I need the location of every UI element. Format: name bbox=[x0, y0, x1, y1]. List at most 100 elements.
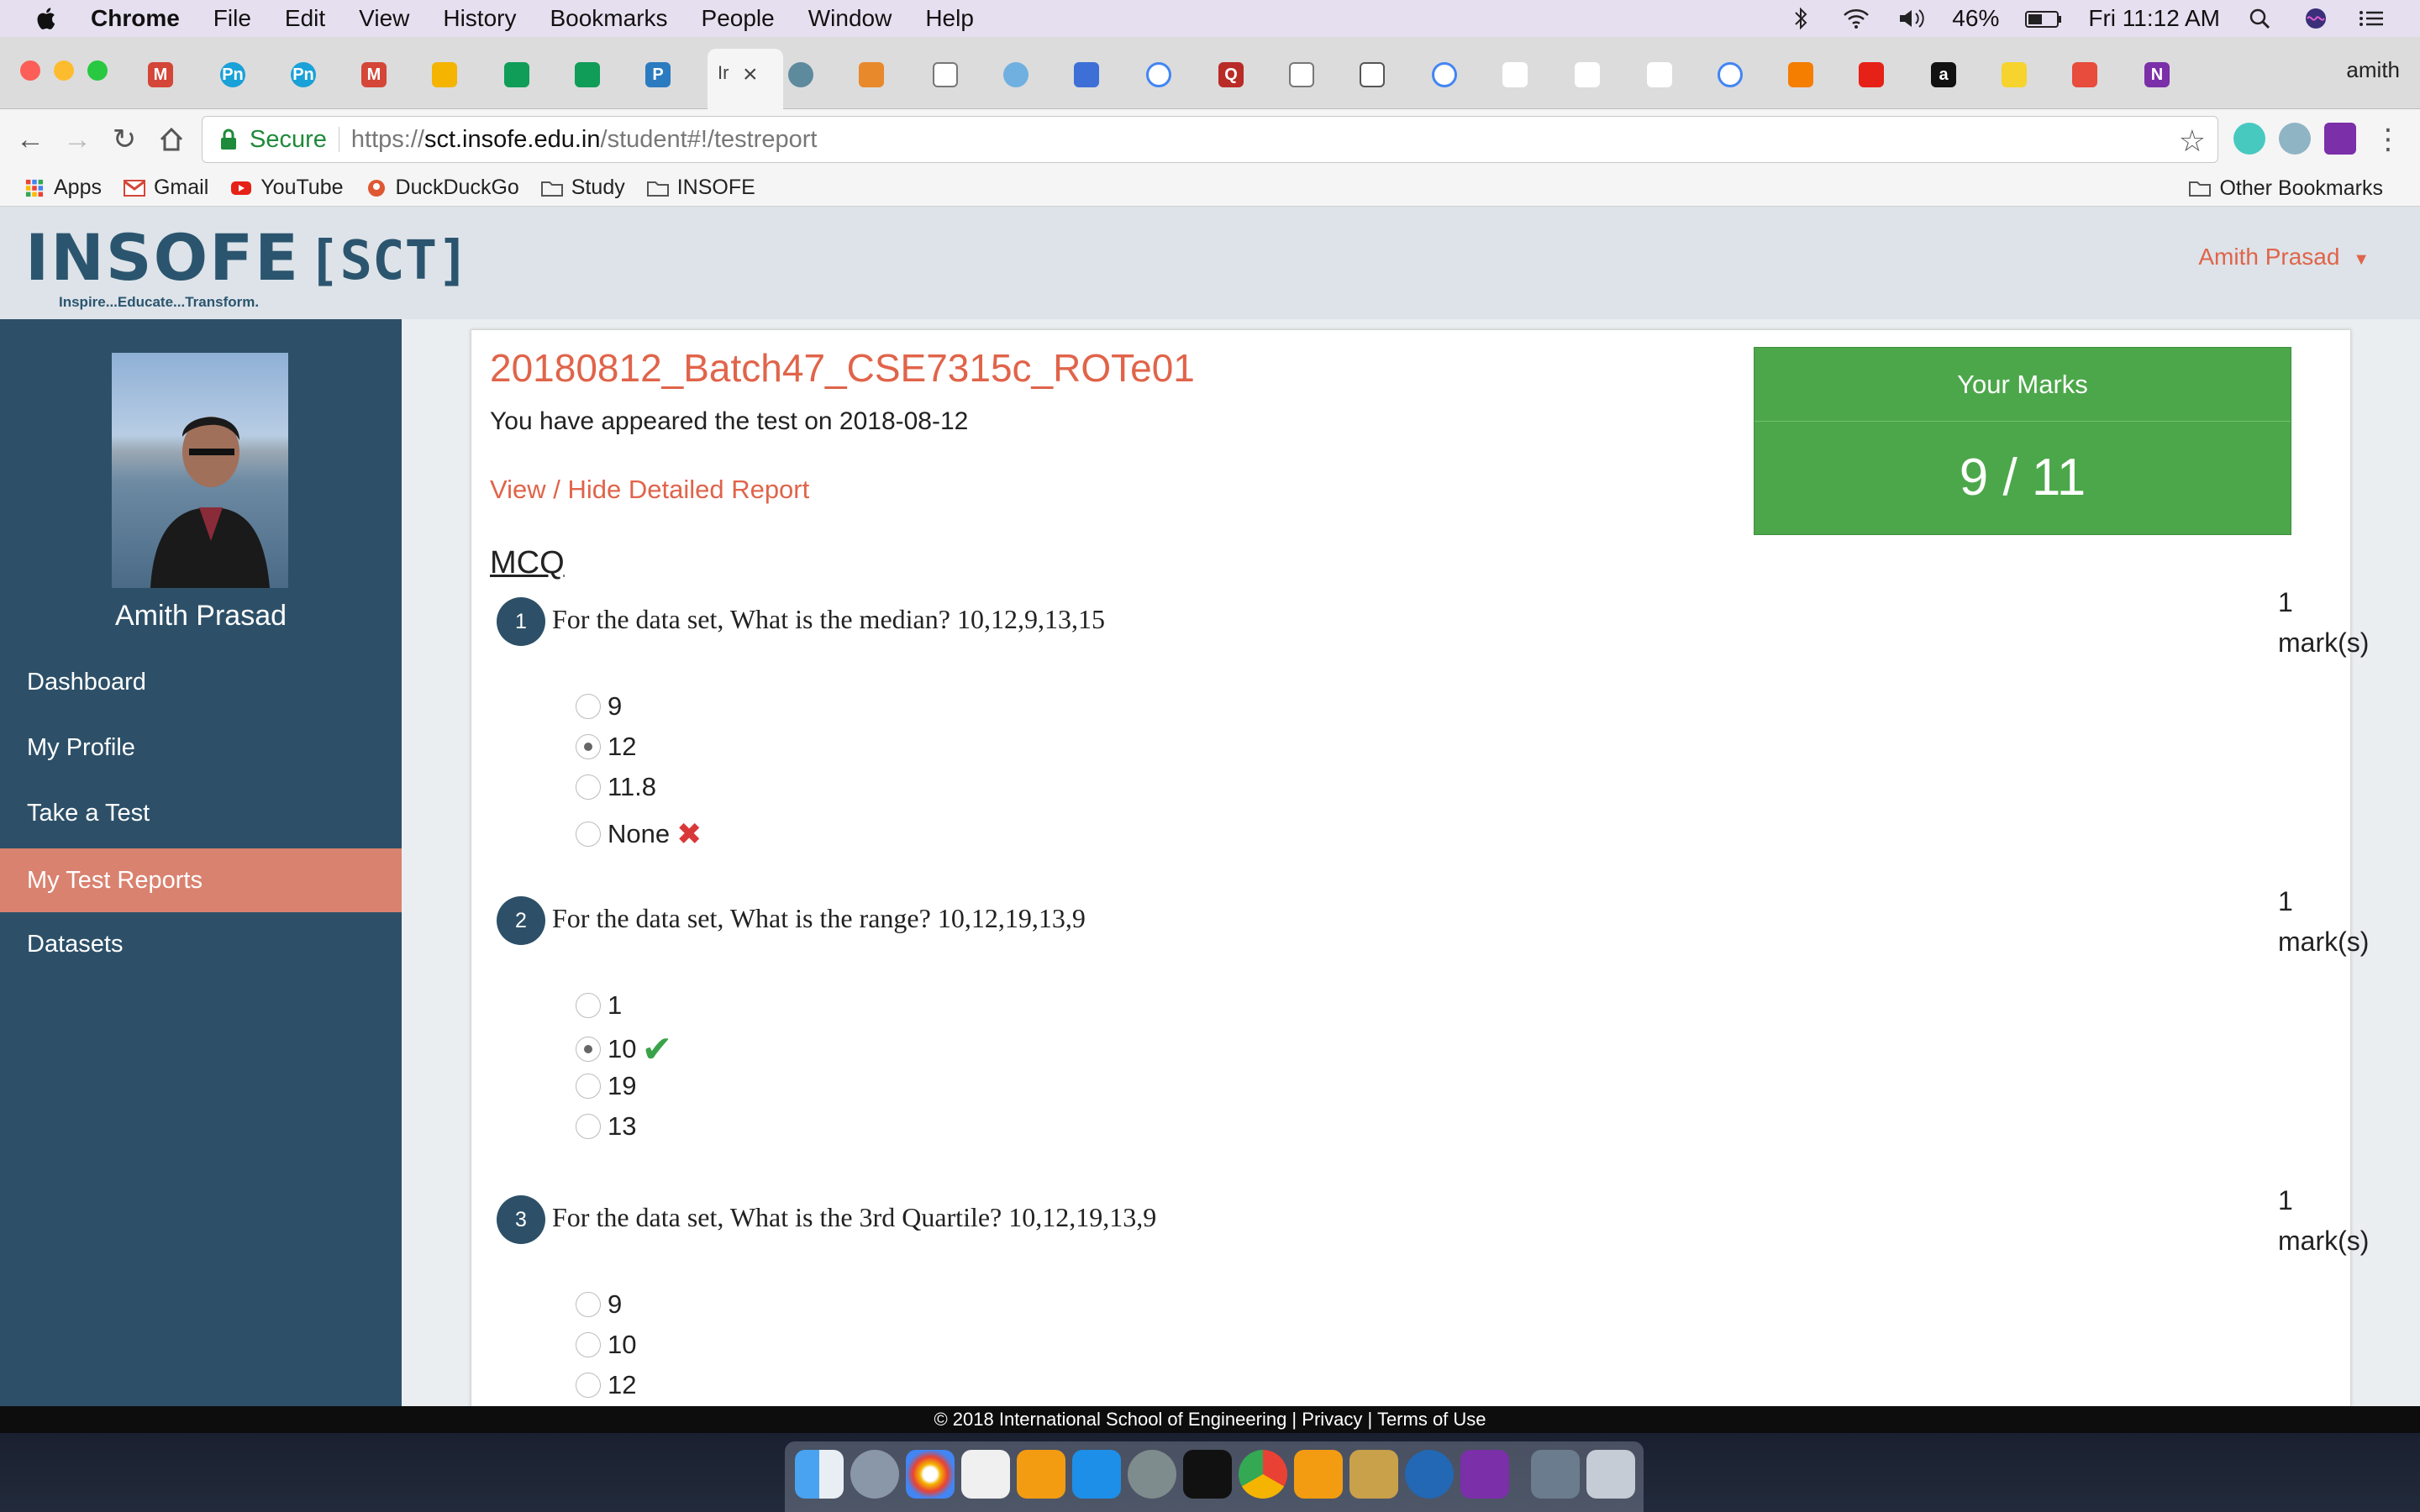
app-store-icon[interactable] bbox=[1072, 1450, 1121, 1499]
radio-button[interactable] bbox=[576, 1114, 601, 1139]
tab-document-icon[interactable] bbox=[1289, 62, 1314, 87]
tab-pn-icon[interactable]: Pn bbox=[291, 62, 316, 87]
tab-pen-icon[interactable] bbox=[1647, 62, 1672, 87]
tab-pen-icon[interactable] bbox=[1575, 62, 1600, 87]
launchpad-icon[interactable] bbox=[850, 1450, 899, 1499]
radio-button-checked[interactable] bbox=[576, 734, 601, 759]
back-arrow-icon[interactable]: ← bbox=[13, 123, 47, 156]
radio-button[interactable] bbox=[576, 1373, 601, 1398]
terminal-icon[interactable] bbox=[1183, 1450, 1232, 1499]
answer-option[interactable]: None ✖ bbox=[576, 816, 702, 851]
chrome-menu-icon[interactable]: ⋮ bbox=[2371, 123, 2405, 156]
tab-blogger-icon[interactable] bbox=[1788, 62, 1813, 87]
bookmark-duckduckgo[interactable]: DuckDuckGo bbox=[366, 176, 519, 200]
menu-bookmarks[interactable]: Bookmarks bbox=[550, 5, 667, 32]
tab-document-icon[interactable] bbox=[933, 62, 958, 87]
menu-edit[interactable]: Edit bbox=[285, 5, 325, 32]
answer-option-selected[interactable]: 12 bbox=[576, 730, 636, 764]
radio-button[interactable] bbox=[576, 993, 601, 1018]
bookmark-star-icon[interactable]: ☆ bbox=[2179, 123, 2206, 159]
database-icon[interactable] bbox=[1349, 1450, 1398, 1499]
reload-icon[interactable]: ↻ bbox=[108, 123, 141, 156]
chrome-profile-name[interactable]: amith bbox=[2346, 57, 2400, 83]
sidebar-item-take-a-test[interactable]: Take a Test bbox=[0, 781, 402, 845]
system-preferences-icon[interactable] bbox=[1128, 1450, 1176, 1499]
menubar-clock[interactable]: Fri 11:12 AM bbox=[2088, 5, 2220, 32]
tab-close-icon[interactable]: × bbox=[743, 60, 758, 89]
close-window-button[interactable] bbox=[20, 60, 40, 81]
menu-app-name[interactable]: Chrome bbox=[91, 5, 180, 32]
address-bar[interactable]: Secure https:// sct.insofe.edu.in /stude… bbox=[202, 116, 2218, 163]
radio-button[interactable] bbox=[576, 1332, 601, 1357]
itunes-icon[interactable] bbox=[961, 1450, 1010, 1499]
trash-icon[interactable] bbox=[1586, 1450, 1635, 1499]
menu-history[interactable]: History bbox=[443, 5, 516, 32]
footer-privacy-link[interactable]: Privacy | bbox=[1302, 1409, 1372, 1430]
toggle-detailed-report-link[interactable]: View / Hide Detailed Report bbox=[490, 475, 809, 505]
onenote-icon[interactable] bbox=[1460, 1450, 1509, 1499]
radio-button[interactable] bbox=[576, 774, 601, 800]
tab-gmail-icon[interactable]: M bbox=[361, 62, 387, 87]
tab-insofe-icon[interactable] bbox=[788, 62, 813, 87]
menu-view[interactable]: View bbox=[359, 5, 409, 32]
answer-option[interactable]: 19 bbox=[576, 1069, 636, 1103]
apple-icon[interactable] bbox=[34, 5, 60, 32]
bookmark-apps[interactable]: Apps bbox=[24, 176, 102, 200]
notification-center-icon[interactable] bbox=[2356, 7, 2386, 30]
zoom-window-button[interactable] bbox=[87, 60, 108, 81]
volume-icon[interactable] bbox=[1897, 7, 1927, 30]
home-icon[interactable] bbox=[155, 123, 188, 156]
sidebar-item-my-profile[interactable]: My Profile bbox=[0, 716, 402, 780]
tab-google-icon[interactable] bbox=[1718, 62, 1743, 87]
tab-globe-icon[interactable] bbox=[1003, 62, 1028, 87]
active-tab[interactable]: Ir × bbox=[708, 49, 783, 109]
answer-option-selected[interactable]: 10 ✔ bbox=[576, 1029, 672, 1070]
menu-help[interactable]: Help bbox=[925, 5, 974, 32]
tab-chart-icon[interactable] bbox=[1360, 62, 1385, 87]
chrome-icon[interactable] bbox=[1239, 1450, 1287, 1499]
sidebar-item-my-test-reports[interactable]: My Test Reports bbox=[0, 848, 402, 912]
tab-slides-icon[interactable] bbox=[432, 62, 457, 87]
minimize-window-button[interactable] bbox=[54, 60, 74, 81]
wifi-icon[interactable] bbox=[1841, 7, 1871, 30]
bookmark-study-folder[interactable]: Study bbox=[540, 176, 625, 200]
sidebar-item-datasets[interactable]: Datasets bbox=[0, 912, 402, 976]
radio-button[interactable] bbox=[576, 822, 601, 847]
tab-p-icon[interactable]: P bbox=[645, 62, 671, 87]
tab-flipkart-icon[interactable] bbox=[2002, 62, 2027, 87]
bookmark-youtube[interactable]: YouTube bbox=[230, 176, 344, 200]
tab-gmail-icon[interactable]: M bbox=[148, 62, 173, 87]
finder-icon[interactable] bbox=[795, 1450, 844, 1499]
answer-option[interactable]: 1 bbox=[576, 989, 622, 1022]
bluetooth-icon[interactable] bbox=[1786, 7, 1816, 30]
tab-pen-icon[interactable] bbox=[1502, 62, 1528, 87]
tab-amazon-icon[interactable]: a bbox=[1931, 62, 1956, 87]
tab-shop-icon[interactable] bbox=[2072, 62, 2097, 87]
tab-asterisk-icon[interactable] bbox=[859, 62, 884, 87]
answer-option[interactable]: 9 bbox=[576, 690, 622, 723]
sidebar-item-dashboard[interactable]: Dashboard bbox=[0, 650, 402, 714]
radio-button[interactable] bbox=[576, 1292, 601, 1317]
user-menu-toggle[interactable]: Amith Prasad ▼ bbox=[2198, 244, 2370, 270]
radio-button[interactable] bbox=[576, 1074, 601, 1099]
tab-quora-icon[interactable]: Q bbox=[1218, 62, 1244, 87]
insofe-logo[interactable]: INSOFE Inspire...Educate...Transform. [S… bbox=[25, 220, 470, 310]
preview-icon[interactable] bbox=[1531, 1450, 1580, 1499]
answer-option[interactable]: 9 bbox=[576, 1288, 622, 1321]
extension-onenote-icon[interactable] bbox=[2324, 123, 2356, 155]
bookmark-insofe-folder[interactable]: INSOFE bbox=[646, 176, 755, 200]
tab-sheets-icon[interactable] bbox=[504, 62, 529, 87]
menu-file[interactable]: File bbox=[213, 5, 251, 32]
siri-icon[interactable] bbox=[2301, 7, 2331, 30]
extension-insofe-icon[interactable] bbox=[2279, 123, 2311, 155]
tab-infinity-icon[interactable] bbox=[1074, 62, 1099, 87]
menu-window[interactable]: Window bbox=[808, 5, 892, 32]
ibooks-icon[interactable] bbox=[1017, 1450, 1065, 1499]
extension-m-icon[interactable] bbox=[2233, 123, 2265, 155]
tab-youtube-icon[interactable] bbox=[1859, 62, 1884, 87]
radio-button-checked[interactable] bbox=[576, 1037, 601, 1062]
sublime-text-icon[interactable] bbox=[1294, 1450, 1343, 1499]
tab-onenote-icon[interactable]: N bbox=[2144, 62, 2170, 87]
r-icon[interactable] bbox=[1405, 1450, 1454, 1499]
battery-icon[interactable] bbox=[2024, 7, 2063, 30]
